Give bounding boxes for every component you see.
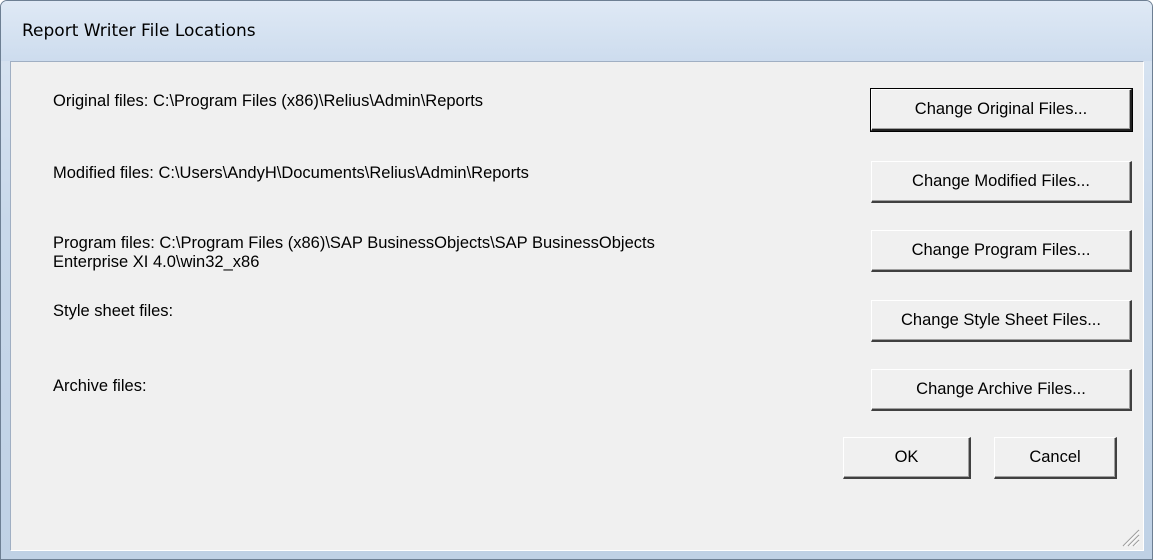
change-archive-files-button[interactable]: Change Archive Files... bbox=[871, 369, 1132, 411]
style-sheet-files-path: Style sheet files: bbox=[53, 302, 174, 320]
program-files-path-line1: Program files: C:\Program Files (x86)\SA… bbox=[53, 234, 655, 252]
style-sheet-files-label: Style sheet files: bbox=[53, 302, 173, 321]
change-original-files-button[interactable]: Change Original Files... bbox=[870, 88, 1133, 132]
change-modified-files-button[interactable]: Change Modified Files... bbox=[871, 161, 1132, 203]
modified-files-path: Modified files: C:\Users\AndyH\Documents… bbox=[53, 164, 529, 182]
modified-files-label: Modified files: C:\Users\AndyH\Documents… bbox=[53, 164, 529, 183]
window-title: Report Writer File Locations bbox=[22, 21, 256, 41]
dialog-window: Report Writer File Locations Original fi… bbox=[0, 0, 1153, 560]
resize-grip-icon[interactable] bbox=[1120, 527, 1140, 547]
archive-files-label: Archive files: bbox=[53, 377, 147, 396]
change-program-files-button[interactable]: Change Program Files... bbox=[871, 230, 1132, 272]
cancel-button[interactable]: Cancel bbox=[994, 437, 1117, 479]
program-files-path-line2: Enterprise XI 4.0\win32_x86 bbox=[53, 253, 260, 271]
program-files-label: Program files: C:\Program Files (x86)\SA… bbox=[53, 234, 655, 272]
dialog-client-area: Original files: C:\Program Files (x86)\R… bbox=[10, 61, 1144, 551]
ok-button[interactable]: OK bbox=[843, 437, 971, 479]
archive-files-path: Archive files: bbox=[53, 377, 147, 395]
change-style-sheet-files-button[interactable]: Change Style Sheet Files... bbox=[871, 300, 1132, 342]
original-files-path: Original files: C:\Program Files (x86)\R… bbox=[53, 92, 484, 110]
title-bar[interactable]: Report Writer File Locations bbox=[1, 1, 1152, 61]
original-files-label: Original files: C:\Program Files (x86)\R… bbox=[53, 92, 483, 111]
